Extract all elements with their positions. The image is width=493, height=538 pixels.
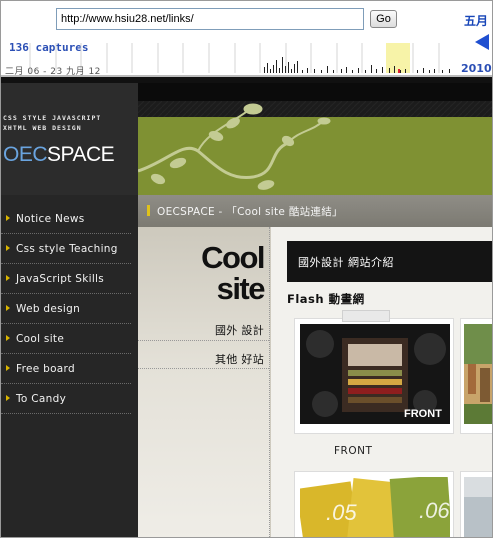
site-thumbnail [464,324,492,424]
thumbnail-text: .05 [326,500,357,525]
site-card-05[interactable]: .05 .06 [294,471,454,537]
nav-item-label: Cool site [16,333,65,345]
site-thumbnail: .05 .06 [300,477,450,537]
site-card-front[interactable]: FRONT [294,310,454,434]
main-nav: Notice News Css style Teaching JavaScrip… [1,204,131,414]
site-thumbnail [464,477,492,537]
wayback-toolbar: Go 五月 136 captures [1,1,492,83]
nav-item-label: To Candy [16,393,67,405]
archived-page: CSS STYLE JAVASCRIPT XHTML WEB DESIGN OE… [1,83,492,537]
current-year-label[interactable]: 2010 [461,62,492,75]
site-card-partial[interactable] [460,471,492,537]
browser-viewport: Go 五月 136 captures [0,0,493,538]
current-month-label[interactable]: 五月 [464,12,488,29]
section-header-title: 國外設計 網站介紹 [298,256,394,269]
previous-capture-arrow-icon[interactable] [475,34,489,50]
sub-link-other-sites[interactable]: 其他 好站 [215,351,264,367]
divider [138,368,269,369]
sub-link-foreign-design[interactable]: 國外 設計 [215,322,264,338]
nav-bullet-icon [6,245,10,251]
nav-bullet-icon [6,365,10,371]
breadcrumb-marker-icon [147,205,150,216]
site-logo[interactable]: OECSPACE [3,143,115,167]
page-title: Cool site [201,240,266,306]
nav-bullet-icon [6,395,10,401]
logo-part-space: SPACE [47,143,115,166]
card-tab [342,310,390,322]
nav-item-to-candy[interactable]: To Candy [1,384,131,414]
site-tagline-1: CSS STYLE JAVASCRIPT [3,114,102,122]
header-banner [138,101,492,195]
nav-item-free-board[interactable]: Free board [1,354,131,384]
selected-capture-marker [398,69,400,73]
site-sidebar: CSS STYLE JAVASCRIPT XHTML WEB DESIGN OE… [1,83,138,537]
thumbnail-text: FRONT [404,408,442,420]
nav-item-label: Free board [16,363,75,375]
capture-histogram [264,57,450,73]
divider [138,340,269,341]
nav-item-label: JavaScript Skills [16,273,105,285]
nav-bullet-icon [6,275,10,281]
site-tagline-2: XHTML WEB DESIGN [3,124,82,132]
breadcrumb: OECSPACE - 「Cool site 酷站連結」 [138,195,492,227]
go-button[interactable]: Go [370,10,397,28]
site-header-block: CSS STYLE JAVASCRIPT XHTML WEB DESIGN OE… [1,83,138,195]
nav-item-css-style-teaching[interactable]: Css style Teaching [1,234,131,264]
nav-item-notice-news[interactable]: Notice News [1,204,131,234]
thumbnail-text: .06 [419,498,450,523]
page-title-line-1: Cool [201,240,265,275]
site-thumbnail: FRONT [300,324,450,424]
sub-navigation-column: Cool site 國外 設計 其他 好站 [138,227,270,537]
nav-item-web-design[interactable]: Web design [1,294,131,324]
nav-item-cool-site[interactable]: Cool site [1,324,131,354]
site-card-partial[interactable] [460,318,492,434]
page-title-line-2: site [216,271,266,306]
top-black-strip [138,83,492,101]
main-content: 國外設計 網站介紹 Flash 動畫網 FRONT FRONT .05 .06 [271,227,492,537]
nav-bullet-icon [6,215,10,221]
nav-item-label: Css style Teaching [16,243,118,255]
nav-item-javascript-skills[interactable]: JavaScript Skills [1,264,131,294]
nav-item-label: Web design [16,303,81,315]
url-input[interactable] [56,8,364,30]
nav-bullet-icon [6,335,10,341]
logo-part-oec: OEC [3,143,48,166]
category-title: Flash 動畫網 [287,292,365,306]
nav-item-label: Notice News [16,213,85,225]
site-card-caption[interactable]: FRONT [334,445,372,457]
breadcrumb-text: OECSPACE - 「Cool site 酷站連結」 [157,206,343,218]
nav-bullet-icon [6,305,10,311]
section-header-bar: 國外設計 網站介紹 [287,241,492,282]
